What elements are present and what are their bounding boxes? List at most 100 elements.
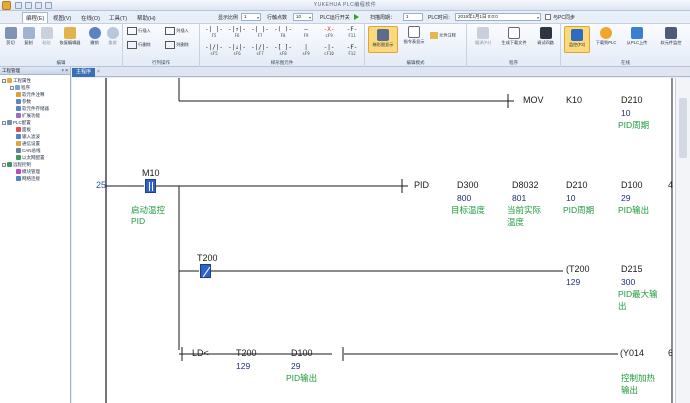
instruction-list-button[interactable]: 指令表显示 (400, 26, 428, 45)
title-bar: YUKEHUA PLC编程软件 (0, 0, 690, 11)
collapse-icon[interactable]: - (2, 163, 6, 167)
ribbon-toolbar: 剪切 复制 粘贴 恢复编辑器 撤销 重做 编辑 行插入 行删除 列插入 列删除 … (0, 24, 690, 67)
ladder-view-button[interactable]: 梯形图显示 (368, 26, 398, 53)
plc-time-input[interactable]: 2019年1月1日 0:0:0 ▾ (455, 13, 541, 21)
contact-fall-button[interactable]: -|↓|- sF6 (226, 44, 248, 56)
vline-button[interactable]: | sF9 (295, 44, 317, 56)
upload-plc-button[interactable]: 从PLC上传 (622, 27, 652, 46)
cut-button[interactable]: 剪切 (2, 27, 19, 46)
project-tree-panel: 工程管理 ᵖ × - 工程属性 - 程序 软元件注释 参数 软元件存储器 扩展功能 … (0, 67, 71, 403)
debug-button[interactable]: 调试四路 (532, 27, 559, 46)
redo-button[interactable]: 重做 (104, 27, 121, 46)
instr-ld-less[interactable]: LD< (192, 348, 209, 358)
instr-pid[interactable]: PID (414, 180, 429, 190)
restore-editor-label: 恢复编辑器 (59, 40, 81, 45)
collapse-icon[interactable]: - (2, 121, 6, 125)
delete-line-button[interactable]: -X-cF9 (318, 26, 340, 38)
tree-item-project[interactable]: - 工程属性 (2, 78, 31, 84)
tree-item-ethernet[interactable]: 以太网配置 (16, 155, 45, 161)
tab-main-program[interactable]: 主程序 (72, 68, 96, 77)
menu-edit[interactable]: 编程(E) (22, 12, 49, 23)
play-icon[interactable] (354, 14, 359, 20)
parallel-nc-button[interactable]: -|/|- sF7 (249, 44, 271, 56)
element-monitor-button[interactable]: 软元件监控 (654, 27, 688, 46)
row-points-select[interactable]: 10 ▾ (293, 13, 313, 21)
tree-item-memory[interactable]: 软元件存储器 (16, 106, 49, 112)
delete-vline-button[interactable]: -|- cF10 (318, 44, 340, 56)
operand-d300[interactable]: D300 (457, 180, 479, 190)
coil-button[interactable]: -( )- F8 (272, 26, 294, 38)
menu-help[interactable]: 帮助(H) (134, 13, 159, 23)
instruction-button[interactable]: -[ ]- sF8 (272, 44, 294, 56)
collapse-icon[interactable]: - (10, 86, 14, 90)
contact-rise-symbol: -|↑|- (227, 26, 247, 33)
contact-t200[interactable] (200, 264, 211, 278)
function-f11-button[interactable]: -F- F11 (341, 26, 363, 38)
display-ratio-select[interactable]: 1 ▾ (241, 13, 261, 21)
column-insert-button[interactable]: 列插入 (165, 27, 199, 35)
coil-t200[interactable]: (T200 (566, 264, 590, 274)
tree-item-element-comment[interactable]: 软元件注释 (16, 92, 45, 98)
tree-item-input-filter[interactable]: 输入滤波 (16, 134, 40, 140)
menu-online[interactable]: 在线(O) (78, 13, 103, 23)
coil-symbol: -( )- (273, 26, 293, 33)
tree-item-label: CAN总线 (22, 148, 41, 153)
column-insert-label: 列插入 (176, 28, 189, 34)
instr-mov[interactable]: MOV (523, 95, 544, 105)
coil-y014[interactable]: (Y014 (620, 348, 644, 358)
rung-number-25: 25 (96, 180, 107, 190)
function-f12-button[interactable]: -F- F12 (341, 44, 363, 56)
copy-button[interactable]: 复制 (20, 27, 37, 46)
ribbon-group-program-label: 程序 (509, 60, 518, 65)
collapse-icon[interactable]: - (2, 79, 6, 83)
column-delete-button[interactable]: 列删除 (165, 41, 199, 49)
tree-item-label: 以太网配置 (22, 155, 45, 160)
paste-button[interactable]: 粘贴 (38, 27, 55, 46)
operand-t200-cmp[interactable]: T200 (236, 348, 257, 358)
connection-icon (16, 176, 21, 181)
contact-nc-button[interactable]: -|/|- sF5 (203, 44, 225, 56)
generate-download-button[interactable]: 生成下载文件 (498, 27, 530, 46)
row-insert-button[interactable]: 行插入 (127, 27, 163, 35)
pin-close-icon[interactable]: ᵖ × (62, 67, 68, 75)
plc-run-switch-label[interactable]: PLC运行开关 (318, 13, 352, 22)
close-tab-icon[interactable]: × (97, 69, 100, 75)
compile-button[interactable]: 编译(F4) (470, 27, 496, 46)
restore-editor-button[interactable]: 恢复编辑器 (56, 27, 84, 46)
tree-item-communication[interactable]: 通信设置 (16, 141, 40, 147)
operand-d210-pid[interactable]: D210 (566, 180, 588, 190)
download-plc-button[interactable]: 下载到PLC (592, 27, 620, 46)
tree-item-panel[interactable]: 面板 (16, 127, 31, 133)
menu-tools[interactable]: 工具(T) (106, 13, 130, 23)
parallel-no-button[interactable]: -| |- F7 (249, 26, 271, 38)
menu-view[interactable]: 视图(V) (50, 13, 74, 23)
tree-item-parameters[interactable]: 参数 (16, 99, 31, 105)
tree-item-extensions[interactable]: 扩展功能 (16, 113, 40, 119)
operand-d8032[interactable]: D8032 (512, 180, 539, 190)
operand-d210[interactable]: D210 (621, 95, 643, 105)
contact-m10[interactable] (145, 179, 156, 193)
undo-label: 撤销 (90, 40, 99, 45)
tree-item-remote-control[interactable]: - 远程控制 (2, 162, 31, 168)
operand-d100-cmp[interactable]: D100 (291, 348, 313, 358)
element-comment-button[interactable]: 元件注释 (430, 32, 465, 39)
scrollbar-thumb[interactable] (679, 98, 687, 158)
contact-no-button[interactable]: -| |- F5 (203, 26, 225, 38)
operand-k10[interactable]: K10 (566, 95, 582, 105)
tree-item-module-manager[interactable]: 模块管理 (16, 169, 40, 175)
operand-d215[interactable]: D215 (621, 264, 643, 274)
undo-button[interactable]: 撤销 (86, 27, 103, 46)
hline-button[interactable]: — F9 (295, 26, 317, 38)
vertical-scrollbar[interactable] (675, 78, 690, 403)
tree-item-program[interactable]: - 程序 (10, 85, 30, 91)
monitor-button[interactable]: 监控(F3) (564, 26, 590, 53)
tree-item-network-connection[interactable]: 网络连接 (16, 176, 40, 182)
contact-rise-button[interactable]: -|↑|- F6 (226, 26, 248, 38)
tree-item-can-bus[interactable]: CAN总线 (16, 148, 41, 154)
time-sync-checkbox[interactable] (545, 14, 551, 20)
row-delete-button[interactable]: 行删除 (127, 41, 163, 49)
scan-period-input[interactable]: 1 (403, 13, 423, 21)
operand-d100[interactable]: D100 (621, 180, 643, 190)
ladder-editor[interactable]: MOV K10 D210 10 PID周期 25 4 M10 启动温控 PID … (72, 78, 675, 403)
tree-item-plc-config[interactable]: - PLC配置 (2, 120, 31, 126)
